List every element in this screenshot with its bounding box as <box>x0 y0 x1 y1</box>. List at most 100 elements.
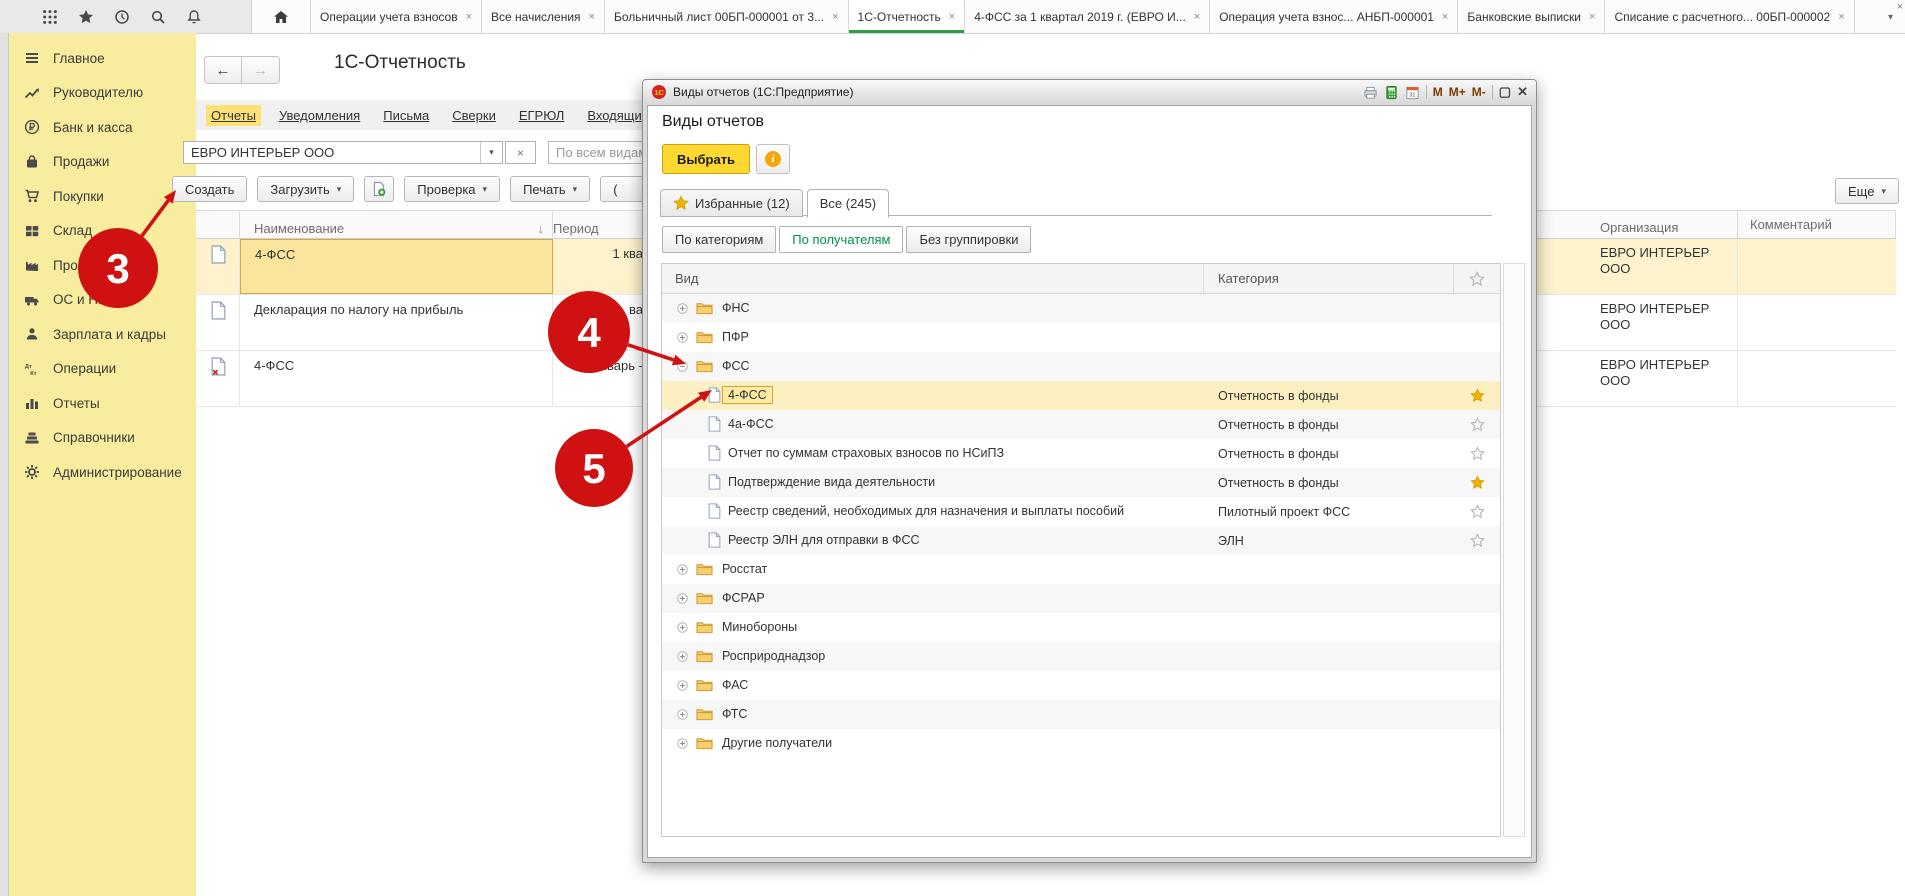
maximize-icon[interactable]: ▢ <box>1499 84 1511 100</box>
sidebar-item-покупки[interactable]: Покупки <box>9 179 196 214</box>
report-name-cell[interactable]: 4-ФСС <box>240 351 553 406</box>
history-icon[interactable] <box>114 9 130 25</box>
close-icon[interactable]: × <box>1838 11 1844 23</box>
favorite-cell[interactable] <box>1454 700 1500 729</box>
favorite-cell[interactable] <box>1454 497 1500 526</box>
tree-folder-row[interactable]: ФСС <box>662 352 1500 381</box>
expand-minus-icon[interactable] <box>677 361 688 372</box>
favorite-cell[interactable] <box>1454 729 1500 758</box>
favorite-cell[interactable] <box>1454 323 1500 352</box>
tree-folder-row[interactable]: ФНС <box>662 294 1500 323</box>
favorite-cell[interactable] <box>1454 468 1500 497</box>
report-name-cell[interactable]: Декларация по налогу на прибыль <box>240 295 553 350</box>
sidebar-item-главное[interactable]: Главное <box>9 41 196 76</box>
sidebar-item-зарплата-и-кадры[interactable]: Зарплата и кадры <box>9 317 196 352</box>
tree-report-row[interactable]: Реестр сведений, необходимых для назначе… <box>662 497 1500 526</box>
close-icon[interactable]: × <box>1589 11 1595 23</box>
section-tab-письма[interactable]: Письма <box>378 105 434 126</box>
grouping-button[interactable]: По категориям <box>662 226 776 253</box>
home-button[interactable] <box>252 0 311 33</box>
favorite-cell[interactable] <box>1454 526 1500 555</box>
check-button[interactable]: Проверка▾ <box>404 176 500 202</box>
sidebar-item-банк-и-касса[interactable]: Банк и касса <box>9 110 196 145</box>
new-file-button[interactable] <box>364 176 394 202</box>
window-tab[interactable]: Операции учета взносов× <box>311 0 482 33</box>
tree-folder-row[interactable]: ФАС <box>662 671 1500 700</box>
favorite-cell[interactable] <box>1454 352 1500 381</box>
window-tab[interactable]: Списание с расчетного... 00БП-000002× <box>1605 0 1854 33</box>
select-button[interactable]: Выбрать <box>662 144 750 174</box>
window-tab[interactable]: Банковские выписки× <box>1458 0 1605 33</box>
star-icon[interactable] <box>78 9 94 25</box>
section-tab-егрюл[interactable]: ЕГРЮЛ <box>514 105 569 126</box>
tree-report-row[interactable]: Реестр ЭЛН для отправки в ФССЭЛН <box>662 526 1500 555</box>
expand-plus-icon[interactable] <box>677 622 688 633</box>
expand-plus-icon[interactable] <box>677 332 688 343</box>
more-button[interactable]: Еще▾ <box>1835 178 1899 204</box>
tree-folder-row[interactable]: Росприроднадзор <box>662 642 1500 671</box>
window-tab[interactable]: Больничный лист 00БП-000001 от 3...× <box>605 0 849 33</box>
back-button[interactable]: ← <box>204 56 242 84</box>
tree-report-row[interactable]: 4-ФССОтчетность в фонды <box>662 381 1500 410</box>
chevron-down-icon[interactable]: ▾ <box>480 142 502 163</box>
tree-report-row[interactable]: Подтверждение вида деятельностиОтчетност… <box>662 468 1500 497</box>
sidebar-item-руководителю[interactable]: Руководителю <box>9 76 196 111</box>
window-tab[interactable]: Операция учета взнос... АНБП-000001× <box>1210 0 1458 33</box>
window-tab[interactable]: 4-ФСС за 1 квартал 2019 г. (ЕВРО И...× <box>965 0 1210 33</box>
name-column-header[interactable]: Наименование↓ <box>240 211 553 238</box>
window-tab[interactable]: Все начисления× <box>482 0 605 33</box>
m-plus-button[interactable]: M+ <box>1449 85 1466 99</box>
section-tab-сверки[interactable]: Сверки <box>447 105 501 126</box>
period-column-header[interactable]: Период <box>553 211 648 238</box>
favorite-cell[interactable] <box>1454 555 1500 584</box>
section-tab-входящи[interactable]: Входящи <box>582 105 646 126</box>
scrollbar[interactable] <box>1503 263 1525 837</box>
organization-filter[interactable]: ЕВРО ИНТЕРЬЕР ООО ▾ <box>183 141 503 164</box>
expand-plus-icon[interactable] <box>677 709 688 720</box>
calculator-icon[interactable] <box>1384 85 1399 100</box>
close-icon[interactable]: × <box>949 11 955 23</box>
info-button[interactable]: i <box>756 144 790 174</box>
m-minus-button[interactable]: M- <box>1472 85 1486 99</box>
clear-filter-button[interactable]: × <box>505 141 536 164</box>
favorite-column-header[interactable] <box>1454 264 1500 293</box>
expand-plus-icon[interactable] <box>677 680 688 691</box>
close-icon[interactable]: × <box>832 11 838 23</box>
sidebar-item-ос-и-нма[interactable]: ОС и НМА <box>9 283 196 318</box>
category-column-header[interactable]: Категория <box>1204 264 1454 293</box>
tree-folder-row[interactable]: Другие получатели <box>662 729 1500 758</box>
forward-button[interactable]: → <box>242 56 280 84</box>
calendar-icon[interactable]: 31 <box>1405 85 1420 100</box>
apps-grid-icon[interactable] <box>42 9 58 25</box>
report-name-cell[interactable]: 4-ФСС <box>240 239 553 294</box>
favorite-cell[interactable] <box>1454 613 1500 642</box>
sidebar-item-продажи[interactable]: Продажи <box>9 145 196 180</box>
sidebar-item-производство[interactable]: Производство <box>9 248 196 283</box>
close-icon[interactable]: × <box>1194 11 1200 23</box>
favorite-cell[interactable] <box>1454 642 1500 671</box>
grouping-button[interactable]: Без группировки <box>906 226 1031 253</box>
print-button[interactable]: Печать▾ <box>510 176 590 202</box>
m-button[interactable]: M <box>1433 85 1443 99</box>
tree-report-row[interactable]: 4а-ФССОтчетность в фонды <box>662 410 1500 439</box>
dialog-title-bar[interactable]: 1С Виды отчетов (1С:Предприятие) 31 M M+… <box>643 80 1536 104</box>
section-tab-уведомления[interactable]: Уведомления <box>274 105 365 126</box>
close-icon[interactable]: × <box>466 11 472 23</box>
favorite-cell[interactable] <box>1454 671 1500 700</box>
bell-icon[interactable] <box>186 9 202 25</box>
close-icon[interactable]: × <box>1897 1 1903 13</box>
create-button[interactable]: Создать <box>172 176 247 202</box>
close-icon[interactable]: ✕ <box>1517 84 1528 100</box>
sidebar-item-справочники[interactable]: Справочники <box>9 421 196 456</box>
tree-report-row[interactable]: Отчет по суммам страховых взносов по НСи… <box>662 439 1500 468</box>
expand-plus-icon[interactable] <box>677 564 688 575</box>
dialog-tab-all[interactable]: Все (245) <box>807 189 889 218</box>
search-icon[interactable] <box>150 9 166 25</box>
load-button[interactable]: Загрузить▾ <box>257 176 354 202</box>
sidebar-item-отчеты[interactable]: Отчеты <box>9 386 196 421</box>
tree-folder-row[interactable]: ФТС <box>662 700 1500 729</box>
grouping-button[interactable]: По получателям <box>779 226 903 253</box>
tree-folder-row[interactable]: ПФР <box>662 323 1500 352</box>
dialog-tab-favorites[interactable]: Избранные (12) <box>660 189 803 217</box>
expand-plus-icon[interactable] <box>677 303 688 314</box>
